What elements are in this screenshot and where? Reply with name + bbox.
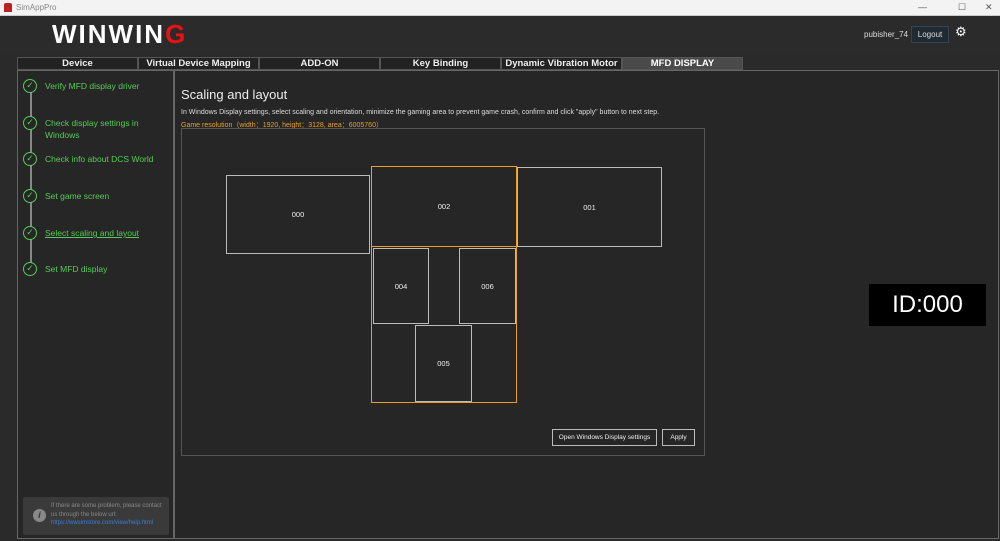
winwing-logo: WINWING xyxy=(52,19,188,49)
monitor-001[interactable]: 001 xyxy=(517,167,662,247)
step-verify-driver[interactable]: ✓ Verify MFD display driver xyxy=(23,79,160,93)
check-icon: ✓ xyxy=(23,79,37,93)
check-icon: ✓ xyxy=(23,189,37,203)
display-layout-canvas: 000 002 001 004 006 005 Open Windows Dis… xyxy=(181,128,705,456)
check-icon: ✓ xyxy=(23,152,37,166)
help-text: If there are some problem, please contac… xyxy=(51,503,162,518)
tab-device[interactable]: Device xyxy=(17,57,138,70)
monitor-000[interactable]: 000 xyxy=(226,175,370,254)
check-icon: ✓ xyxy=(23,226,37,240)
steps-sidebar: ✓ Verify MFD display driver ✓ Check displa… xyxy=(17,70,174,539)
help-link[interactable]: https://wwsimstore.com/view/help.html xyxy=(51,520,153,526)
display-id-badge: ID:000 xyxy=(869,284,986,326)
tab-virtual-device-mapping[interactable]: Virtual Device Mapping xyxy=(138,57,259,70)
monitor-005[interactable]: 005 xyxy=(415,325,472,402)
tab-mfd-display[interactable]: MFD DISPLAY xyxy=(622,57,743,70)
step-select-scaling[interactable]: ✓ Select scaling and layout xyxy=(23,226,160,240)
monitor-006[interactable]: 006 xyxy=(459,248,516,324)
step-check-display-settings[interactable]: ✓ Check display settings in Windows xyxy=(23,116,160,141)
check-icon: ✓ xyxy=(23,116,37,130)
help-box: i If there are some problem, please cont… xyxy=(23,497,169,535)
tab-key-binding[interactable]: Key Binding xyxy=(380,57,501,70)
app-icon xyxy=(4,3,12,12)
logout-button[interactable]: Logout xyxy=(911,26,949,43)
maximize-button[interactable]: ☐ xyxy=(958,2,966,13)
tab-bar: Device Virtual Device Mapping ADD-ON Key… xyxy=(17,57,743,70)
tab-dynamic-vibration-motor[interactable]: Dynamic Vibration Motor xyxy=(501,57,622,70)
close-button[interactable]: ✕ xyxy=(985,2,993,13)
steps-connector-line xyxy=(30,87,32,267)
open-windows-display-settings-button[interactable]: Open Windows Display settings xyxy=(552,429,657,446)
step-set-mfd-display[interactable]: ✓ Set MFD display xyxy=(23,262,160,276)
monitor-004[interactable]: 004 xyxy=(373,248,429,324)
check-icon: ✓ xyxy=(23,262,37,276)
window-title: SimAppPro xyxy=(16,3,57,12)
step-set-game-screen[interactable]: ✓ Set game screen xyxy=(23,189,160,203)
settings-gear-icon[interactable]: ⚙ xyxy=(955,24,967,40)
apply-button[interactable]: Apply xyxy=(662,429,695,446)
tab-add-on[interactable]: ADD-ON xyxy=(259,57,380,70)
username: pubisher_74 xyxy=(864,30,909,39)
minimize-button[interactable]: — xyxy=(918,2,927,12)
page-title: Scaling and layout xyxy=(181,87,288,102)
main-panel: Scaling and layout In Windows Display se… xyxy=(174,70,999,539)
step-check-dcs-info[interactable]: ✓ Check info about DCS World xyxy=(23,152,160,166)
info-icon: i xyxy=(33,509,46,522)
monitor-002[interactable]: 002 xyxy=(371,166,517,247)
title-bar: SimAppPro — ☐ ✕ xyxy=(0,0,1000,16)
instructions: In Windows Display settings, select scal… xyxy=(181,109,660,116)
